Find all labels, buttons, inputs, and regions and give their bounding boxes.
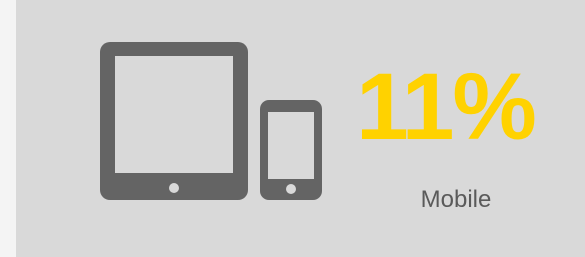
- smartphone-icon: [260, 100, 322, 200]
- device-icons: [100, 42, 322, 200]
- stat-block: 11% Mobile: [356, 60, 566, 230]
- stat-card: 11% Mobile: [16, 0, 585, 257]
- tablet-icon: [100, 42, 248, 200]
- stat-label: Mobile: [420, 186, 492, 213]
- stat-value: 11%: [356, 54, 537, 160]
